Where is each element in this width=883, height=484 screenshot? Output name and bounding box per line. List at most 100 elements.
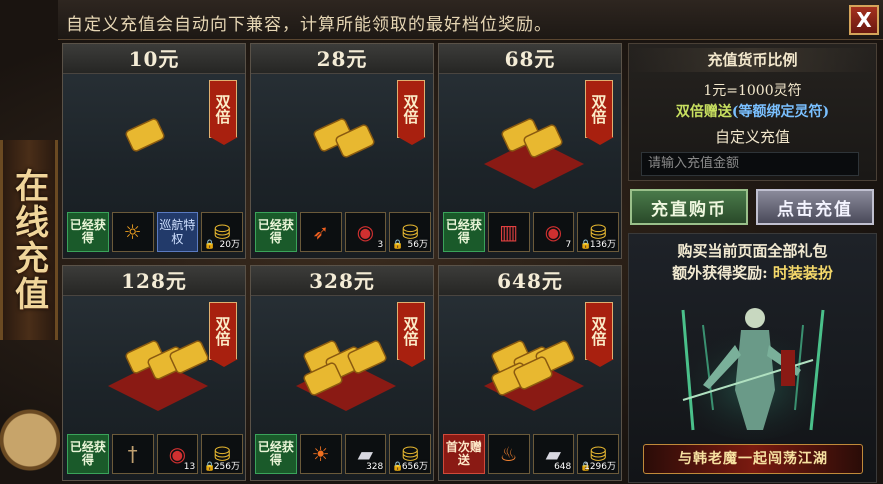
item-count: 656万 xyxy=(401,462,428,472)
bonus-prefix: 双倍赠送 xyxy=(675,104,732,120)
obtained-status: 已经获得 xyxy=(443,212,485,252)
close-button[interactable]: X xyxy=(849,5,879,35)
reward-items: 已经获得 ▥ ◉ 7 ⛁ 🔒 136万 xyxy=(443,212,619,252)
gold-bar-pile-image xyxy=(296,340,396,411)
reward-item[interactable]: ♨ xyxy=(487,434,530,474)
double-badge: 双倍 xyxy=(209,80,238,145)
red-swirl-icon: ◉ xyxy=(356,220,375,244)
lion-head-icon: ☼ xyxy=(123,220,142,244)
package-card[interactable]: 328元双倍已经获得 ☀ ▰ 328 ⛁ 🔒 656万 xyxy=(250,265,434,481)
bonus-suffix: (等额绑定灵符) xyxy=(731,104,830,120)
promo-line2: 额外获得奖励: 时装装扮 xyxy=(629,262,876,283)
package-price: 128元 xyxy=(63,266,245,296)
reward-items: 已经获得 ☀ ▰ 328 ⛁ 🔒 656万 xyxy=(255,434,431,474)
package-card[interactable]: 128元双倍已经获得 † ◉ 13 ⛁ 🔒 256万 xyxy=(62,265,246,481)
reward-item[interactable]: ⛁ 🔒 656万 xyxy=(389,434,431,474)
lock-icon: 🔒 xyxy=(204,240,216,250)
right-panel: 充值货币比例 1元=1000灵符 双倍赠送(等额绑定灵符) 自定义充值 请输入充… xyxy=(628,43,877,483)
promo-panel: 购买当前页面全部礼包 额外获得奖励: 时装装扮 与韩老魔一起闯荡江湖 xyxy=(628,233,877,483)
item-count: 648 xyxy=(554,462,572,472)
rate-ratio: 1元=1000灵符 xyxy=(703,83,802,99)
rate-title: 充值货币比例 xyxy=(629,48,876,72)
obtained-status: 已经获得 xyxy=(67,212,109,252)
amount-input[interactable]: 请输入充值金额 xyxy=(641,152,859,176)
reward-item[interactable]: ▰ 648 xyxy=(532,434,575,474)
reward-item[interactable]: ⛁ 🔒 56万 xyxy=(389,212,431,252)
gold-bar-pile-image xyxy=(313,118,375,158)
topbar: 自定义充值会自动向下兼容，计算所能领取的最好档位奖励。 X xyxy=(58,0,883,40)
reward-items: 已经获得 ☼ 巡航特权 ⛁ 🔒 20万 xyxy=(67,212,243,252)
obtained-status: 已经获得 xyxy=(255,212,297,252)
gold-bar-pile-image xyxy=(108,340,209,411)
reward-item[interactable]: ▰ 328 xyxy=(344,434,387,474)
notice-text: 自定义充值会自动向下兼容，计算所能领取的最好档位奖励。 xyxy=(66,15,552,35)
promo-line2-prefix: 额外获得奖励: xyxy=(672,264,773,282)
reward-item[interactable]: ◉ 3 xyxy=(344,212,387,252)
package-card[interactable]: 68元 双倍 已经获得 ▥ ◉ 7 ⛁ 🔒 136万 xyxy=(438,43,622,259)
gold-bar-pile-image xyxy=(125,118,165,152)
package-price: 28元 xyxy=(251,44,433,74)
reward-item[interactable]: ☀ xyxy=(299,434,342,474)
reward-item[interactable]: ⛁ 🔒 136万 xyxy=(577,212,619,252)
buy-currency-button[interactable]: 充直购币 xyxy=(630,189,748,225)
reward-item[interactable]: ⛁ 🔒 20万 xyxy=(201,212,243,252)
obtained-status: 已经获得 xyxy=(67,434,109,474)
rate-bonus: 双倍赠送(等额绑定灵符) xyxy=(629,101,876,121)
promo-line2-highlight: 时装装扮 xyxy=(772,264,833,282)
double-badge: 双倍 xyxy=(209,302,238,367)
rate-box: 充值货币比例 1元=1000灵符 双倍赠送(等额绑定灵符) 自定义充值 请输入充… xyxy=(628,43,877,181)
package-card[interactable]: 648元双倍首次赠送 ♨ ▰ 648 ⛁ 🔒 1296万 xyxy=(438,265,622,481)
package-price: 648元 xyxy=(439,266,621,296)
reward-item[interactable]: ☼ xyxy=(111,212,154,252)
dagger-icon: † xyxy=(127,442,138,466)
custom-recharge-label: 自定义充值 xyxy=(714,128,790,146)
double-badge: 双倍 xyxy=(585,80,614,145)
reward-item[interactable]: ◉ 13 xyxy=(156,434,199,474)
package-grid: 10元 双倍 已经获得 ☼ 巡航特权 ⛁ 🔒 20万 28元 双倍 已经获得 ➶ ◉ 3 ⛁ 🔒 56万 68元双… xyxy=(62,43,624,483)
side-banner-text: 在线充值 xyxy=(8,168,49,312)
gold-bar-pile-image xyxy=(484,118,584,189)
promo-slogan: 与韩老魔一起闯荡江湖 xyxy=(643,444,863,474)
double-badge: 双倍 xyxy=(397,80,426,145)
package-price: 68元 xyxy=(439,44,621,74)
item-count: 256万 xyxy=(213,462,240,472)
reward-items: 已经获得 † ◉ 13 ⛁ 🔒 256万 xyxy=(67,434,243,474)
fire-orb-icon: ☀ xyxy=(311,442,330,466)
reward-items: 已经获得 ➶ ◉ 3 ⛁ 🔒 56万 xyxy=(255,212,431,252)
reward-item[interactable]: ▥ xyxy=(487,212,530,252)
item-count: 56万 xyxy=(407,240,428,250)
gold-bar-pile-image xyxy=(484,340,584,411)
item-count: 13 xyxy=(183,462,196,472)
hero-costume-image xyxy=(668,308,838,440)
package-price: 10元 xyxy=(63,44,245,74)
reward-item[interactable]: ⛁ 🔒 256万 xyxy=(201,434,243,474)
first-gift-status: 首次赠送 xyxy=(443,434,485,474)
double-badge: 双倍 xyxy=(397,302,426,367)
double-badge: 双倍 xyxy=(585,302,614,367)
item-count: 20万 xyxy=(219,240,240,250)
item-count: 3 xyxy=(377,240,384,250)
item-count: 7 xyxy=(565,240,572,250)
cruise-privilege-item[interactable]: 巡航特权 xyxy=(156,212,199,252)
reward-item[interactable]: ➶ xyxy=(299,212,342,252)
item-count: 136万 xyxy=(589,240,616,250)
item-count: 328 xyxy=(366,462,384,472)
flame-sword-icon: ♨ xyxy=(499,442,518,466)
obtained-status: 已经获得 xyxy=(255,434,297,474)
reward-item[interactable]: ◉ 7 xyxy=(532,212,575,252)
reward-item[interactable]: ⛁ 🔒 1296万 xyxy=(577,434,619,474)
package-card[interactable]: 10元双倍已经获得 ☼ 巡航特权 ⛁ 🔒 20万 xyxy=(62,43,246,259)
reward-items: 首次赠送 ♨ ▰ 648 ⛁ 🔒 1296万 xyxy=(443,434,619,474)
item-count: 1296万 xyxy=(584,462,616,472)
side-banner: 在线充值 xyxy=(0,140,58,340)
lock-icon: 🔒 xyxy=(392,240,404,250)
red-swirl-icon: ◉ xyxy=(544,220,563,244)
package-card[interactable]: 28元 双倍 已经获得 ➶ ◉ 3 ⛁ 🔒 56万 xyxy=(250,43,434,259)
reward-item[interactable]: † xyxy=(111,434,154,474)
red-scroll-icon: ▥ xyxy=(499,220,519,244)
coin-decoration xyxy=(0,400,60,484)
recharge-button[interactable]: 点击充值 xyxy=(756,189,874,225)
promo-line1: 购买当前页面全部礼包 xyxy=(677,242,828,260)
fire-streak-icon: ➶ xyxy=(312,220,329,244)
package-price: 328元 xyxy=(251,266,433,296)
